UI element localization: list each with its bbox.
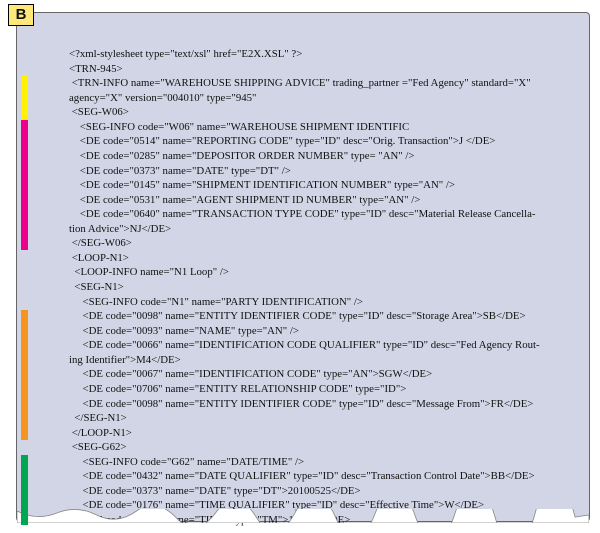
code-line: <DE code="0067" name="IDENTIFICATION COD… xyxy=(69,367,577,382)
bar-g62 xyxy=(21,455,28,525)
code-line: <DE code="0066" name="IDENTIFICATION COD… xyxy=(69,338,577,353)
figure-canvas: B <?xml-stylesheet type="text/xsl" href=… xyxy=(0,0,600,533)
bar-trn xyxy=(21,75,28,119)
code-line: <DE code="0093" name="NAME" type="AN" /> xyxy=(69,324,577,339)
bar-n1 xyxy=(21,310,28,440)
code-line: <SEG-G62> xyxy=(69,440,577,455)
bar-w06 xyxy=(21,120,28,250)
panel-letter-text: B xyxy=(16,6,27,23)
code-line: <DE code="0514" name="REPORTING CODE" ty… xyxy=(69,134,577,149)
code-line: <TRN-INFO name="WAREHOUSE SHIPPING ADVIC… xyxy=(69,76,577,91)
code-line: <DE code="0098" name="ENTITY IDENTIFIER … xyxy=(69,309,577,324)
code-line: <DE code="0373" name="DATE" type="DT" /> xyxy=(69,164,577,179)
code-line: <DE code="0285" name="DEPOSITOR ORDER NU… xyxy=(69,149,577,164)
panel-letter-label: B xyxy=(8,4,34,26)
torn-edge xyxy=(17,509,589,523)
code-line: <DE code="0145" name="SHIPMENT IDENTIFIC… xyxy=(69,178,577,193)
code-line: <TRN-945> xyxy=(69,62,577,77)
code-line: <?xml-stylesheet type="text/xsl" href="E… xyxy=(69,47,577,62)
code-line: </SEG-W06> xyxy=(69,236,577,251)
code-line: <SEG-INFO code="N1" name="PARTY IDENTIFI… xyxy=(69,295,577,310)
code-line: <DE code="0432" name="DATE QUALIFIER" ty… xyxy=(69,469,577,484)
code-line: <LOOP-N1> xyxy=(69,251,577,266)
code-line: <DE code="0640" name="TRANSACTION TYPE C… xyxy=(69,207,577,222)
code-line: </LOOP-N1> xyxy=(69,426,577,441)
code-line: tion Advice">NJ</DE> xyxy=(69,222,577,237)
code-panel: <?xml-stylesheet type="text/xsl" href="E… xyxy=(16,12,590,522)
code-line: <SEG-INFO code="W06" name="WAREHOUSE SHI… xyxy=(69,120,577,135)
code-line: ing Identifier">M4</DE> xyxy=(69,353,577,368)
code-line: agency="X" version="004010" type="945" xyxy=(69,91,577,106)
code-line: <DE code="0373" name="DATE" type="DT">20… xyxy=(69,484,577,499)
code-line: <SEG-INFO code="G62" name="DATE/TIME" /> xyxy=(69,455,577,470)
code-line: <SEG-W06> xyxy=(69,105,577,120)
code-line: <DE code="0706" name="ENTITY RELATIONSHI… xyxy=(69,382,577,397)
code-line: <LOOP-INFO name="N1 Loop" /> xyxy=(69,265,577,280)
code-line: <DE code="0531" name="AGENT SHIPMENT ID … xyxy=(69,193,577,208)
code-line: </SEG-N1> xyxy=(69,411,577,426)
code-line: <DE code="0098" name="ENTITY IDENTIFIER … xyxy=(69,397,577,412)
xml-code-block: <?xml-stylesheet type="text/xsl" href="E… xyxy=(69,47,577,528)
code-line: <SEG-N1> xyxy=(69,280,577,295)
